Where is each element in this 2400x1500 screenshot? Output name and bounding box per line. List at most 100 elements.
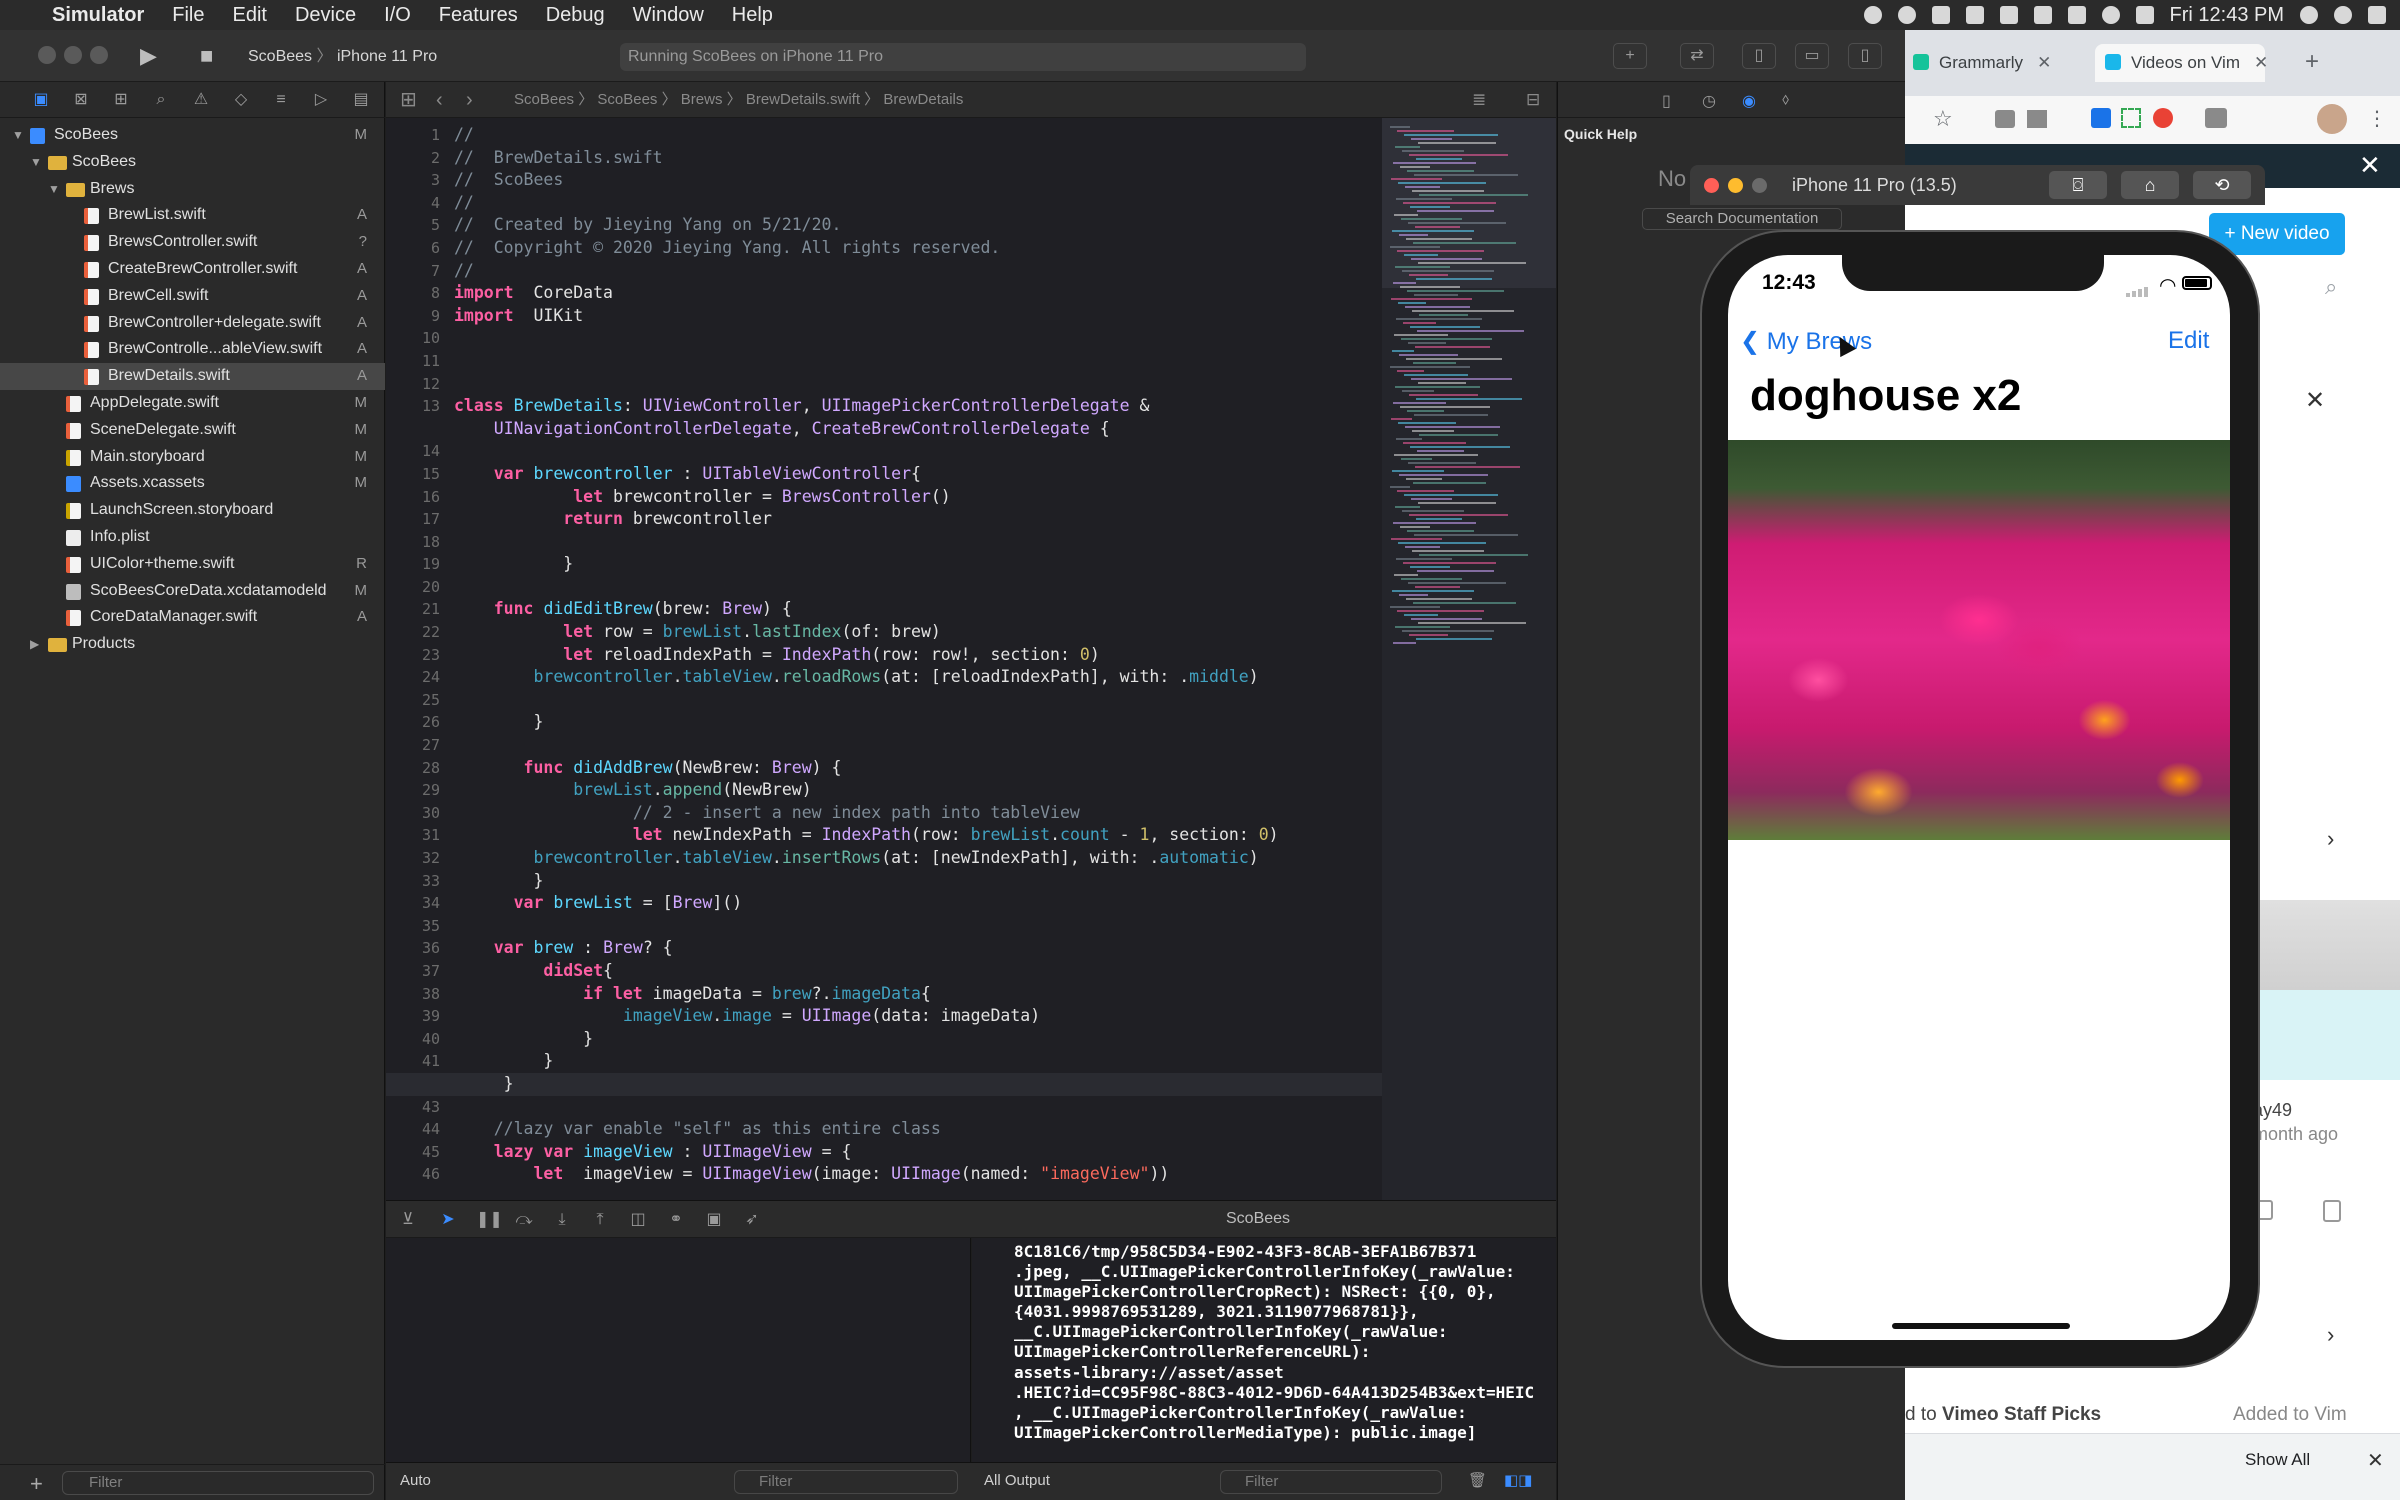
line-number[interactable]: 12 [386,373,440,396]
spotlight-icon[interactable] [2300,6,2318,24]
breadcrumb-item[interactable]: ScoBees [597,91,657,108]
code-line[interactable]: // Copyright © 2020 Jieying Yang. All ri… [454,237,1354,260]
trash-icon[interactable]: 🗑 [1468,1471,1487,1489]
code-review-button[interactable]: ⇄ [1680,43,1714,69]
line-number[interactable]: 29 [386,779,440,802]
carousel-next-icon[interactable]: › [2327,1322,2334,1348]
rotate-button[interactable]: ⟲ [2193,171,2251,199]
video-thumbnail[interactable] [2249,990,2400,1080]
navigator-item[interactable]: ▼ ScoBees [0,149,385,176]
tab-grammarly[interactable]: Grammarly ✕ [1905,44,2087,82]
console-output[interactable]: 8C181C6/tmp/958C5D34-E902-43F3-8CAB-3EFA… [972,1238,1556,1462]
menu-clock[interactable]: Fri 12:43 PM [2170,4,2284,27]
navigator-item[interactable]: BrewCell.swift A [0,283,385,310]
navigator-filter-input[interactable]: Filter [62,1471,374,1495]
menu-io[interactable]: I/O [384,4,411,27]
translate-extension-icon[interactable] [2205,108,2227,128]
line-number[interactable]: 18 [386,531,440,554]
red-extension-icon[interactable] [2153,108,2173,128]
code-text[interactable]: //// BrewDetails.swift// ScoBees//// Cre… [386,124,1386,1186]
code-line[interactable]: // [454,192,1354,215]
line-number[interactable]: 4 [386,192,440,215]
attributes-icon[interactable]: ⬨ [1782,91,1789,109]
line-number[interactable]: 7 [386,260,440,283]
line-number[interactable]: 20 [386,576,440,599]
window-minimize-button[interactable] [1728,178,1743,193]
close-shelf-icon[interactable]: ✕ [2367,1448,2384,1473]
navigator-item[interactable]: LaunchScreen.storyboard [0,497,385,524]
navigator-item[interactable]: ▼ ScoBees M [0,122,385,149]
code-line[interactable]: // [454,124,1354,147]
close-banner-icon[interactable]: ✕ [2359,150,2381,181]
minimap[interactable] [1382,118,1556,1200]
download-extension-icon[interactable] [2091,108,2111,128]
code-line[interactable]: // BrewDetails.swift [454,147,1354,170]
device-screen[interactable]: 12:43 ◠ ❮ My Brews Edit doghouse x2 [1728,255,2230,1340]
warning-icon[interactable]: ⚠ [192,91,210,109]
line-number[interactable]: 30 [386,802,440,825]
code-line[interactable]: let newIndexPath = IndexPath(row: brewLi… [454,824,1354,847]
siri-icon[interactable] [2334,6,2352,24]
code-line[interactable]: // [454,260,1354,283]
line-number[interactable]: 34 [386,892,440,915]
navigator-item[interactable]: BrewController+delegate.swift A [0,310,385,337]
close-panel-icon[interactable]: ✕ [2305,386,2325,415]
test-icon[interactable]: ◇ [232,91,250,109]
navigator-item[interactable]: ScoBeesCoreData.xcdatamodeld M [0,578,385,605]
code-line[interactable]: if let imageData = brew?.imageData{ [454,983,1354,1006]
breadcrumb-item[interactable]: ScoBees [514,91,574,108]
breakpoints-toggle-icon[interactable]: ➤ [438,1210,458,1230]
video-thumbnail[interactable] [2249,900,2400,996]
code-line[interactable]: // ScoBees [454,169,1354,192]
capture-extension-icon[interactable] [2121,108,2141,128]
code-line[interactable]: let row = brewList.lastIndex(of: brew) [454,621,1354,644]
simulate-location-icon[interactable]: ➶ [742,1210,762,1230]
code-line[interactable]: let reloadIndexPath = IndexPath(row: row… [454,644,1354,667]
disclosure-triangle-icon[interactable]: ▼ [30,149,42,176]
code-line[interactable] [454,531,1354,554]
menu-window[interactable]: Window [633,4,704,27]
forward-arrow-icon[interactable]: › [466,82,473,118]
line-number[interactable]: 19 [386,553,440,576]
pause-icon[interactable]: ❚❚ [476,1210,503,1230]
navigator-item[interactable]: BrewDetails.swift A [0,363,385,390]
show-all-button[interactable]: Show All [2245,1450,2310,1470]
line-number[interactable]: 10 [386,327,440,350]
line-number[interactable]: 3 [386,169,440,192]
line-number[interactable]: 16 [386,486,440,509]
folder-icon[interactable]: ▣ [32,91,50,109]
search-icon[interactable]: ⌕ [2325,274,2337,300]
code-line[interactable]: imageView.image = UIImage(data: imageDat… [454,1005,1354,1028]
line-number[interactable]: 28 [386,757,440,780]
navigator-item[interactable]: CreateBrewController.swift A [0,256,385,283]
screenshot-button[interactable]: ⌼ [2049,171,2107,199]
line-number[interactable]: 25 [386,689,440,712]
variables-scope-select[interactable]: Auto [400,1472,431,1489]
navigator-item[interactable]: AppDelegate.swift M [0,390,385,417]
breakpoint-icon[interactable]: ▷ [312,91,330,109]
line-number[interactable]: 46 [386,1163,440,1186]
code-line[interactable]: func didEditBrew(brew: Brew) { [454,598,1354,621]
line-number[interactable]: 11 [386,350,440,373]
breadcrumb-item[interactable]: BrewDetails.swift [746,91,860,108]
line-number[interactable]: 13 [386,395,440,418]
line-number[interactable]: 17 [386,508,440,531]
navigator-item[interactable]: ▶ Products [0,631,385,658]
source-control-icon[interactable]: ⊠ [72,91,90,109]
navigator-item[interactable]: UIColor+theme.swift R [0,551,385,578]
profile-avatar[interactable] [2317,104,2347,134]
code-line[interactable]: var brew : Brew? { [454,937,1354,960]
line-number[interactable]: 2 [386,147,440,170]
quick-help-icon[interactable]: ◉ [1742,91,1756,111]
stop-button[interactable]: ■ [200,43,213,69]
code-line[interactable]: } [454,711,1354,734]
disclosure-triangle-icon[interactable]: ▼ [48,176,60,203]
step-into-icon[interactable]: ⤓ [552,1210,572,1230]
file-inspector-icon[interactable]: ▯ [1662,91,1671,111]
line-number[interactable]: 6 [386,237,440,260]
code-line[interactable]: } [454,870,1354,893]
code-line[interactable]: let brewcontroller = BrewsController() [454,486,1354,509]
toggle-debug-area-button[interactable]: ▭ [1795,43,1829,69]
window-close-button[interactable] [38,46,56,64]
navigator-item[interactable]: BrewControlle...ableView.swift A [0,336,385,363]
